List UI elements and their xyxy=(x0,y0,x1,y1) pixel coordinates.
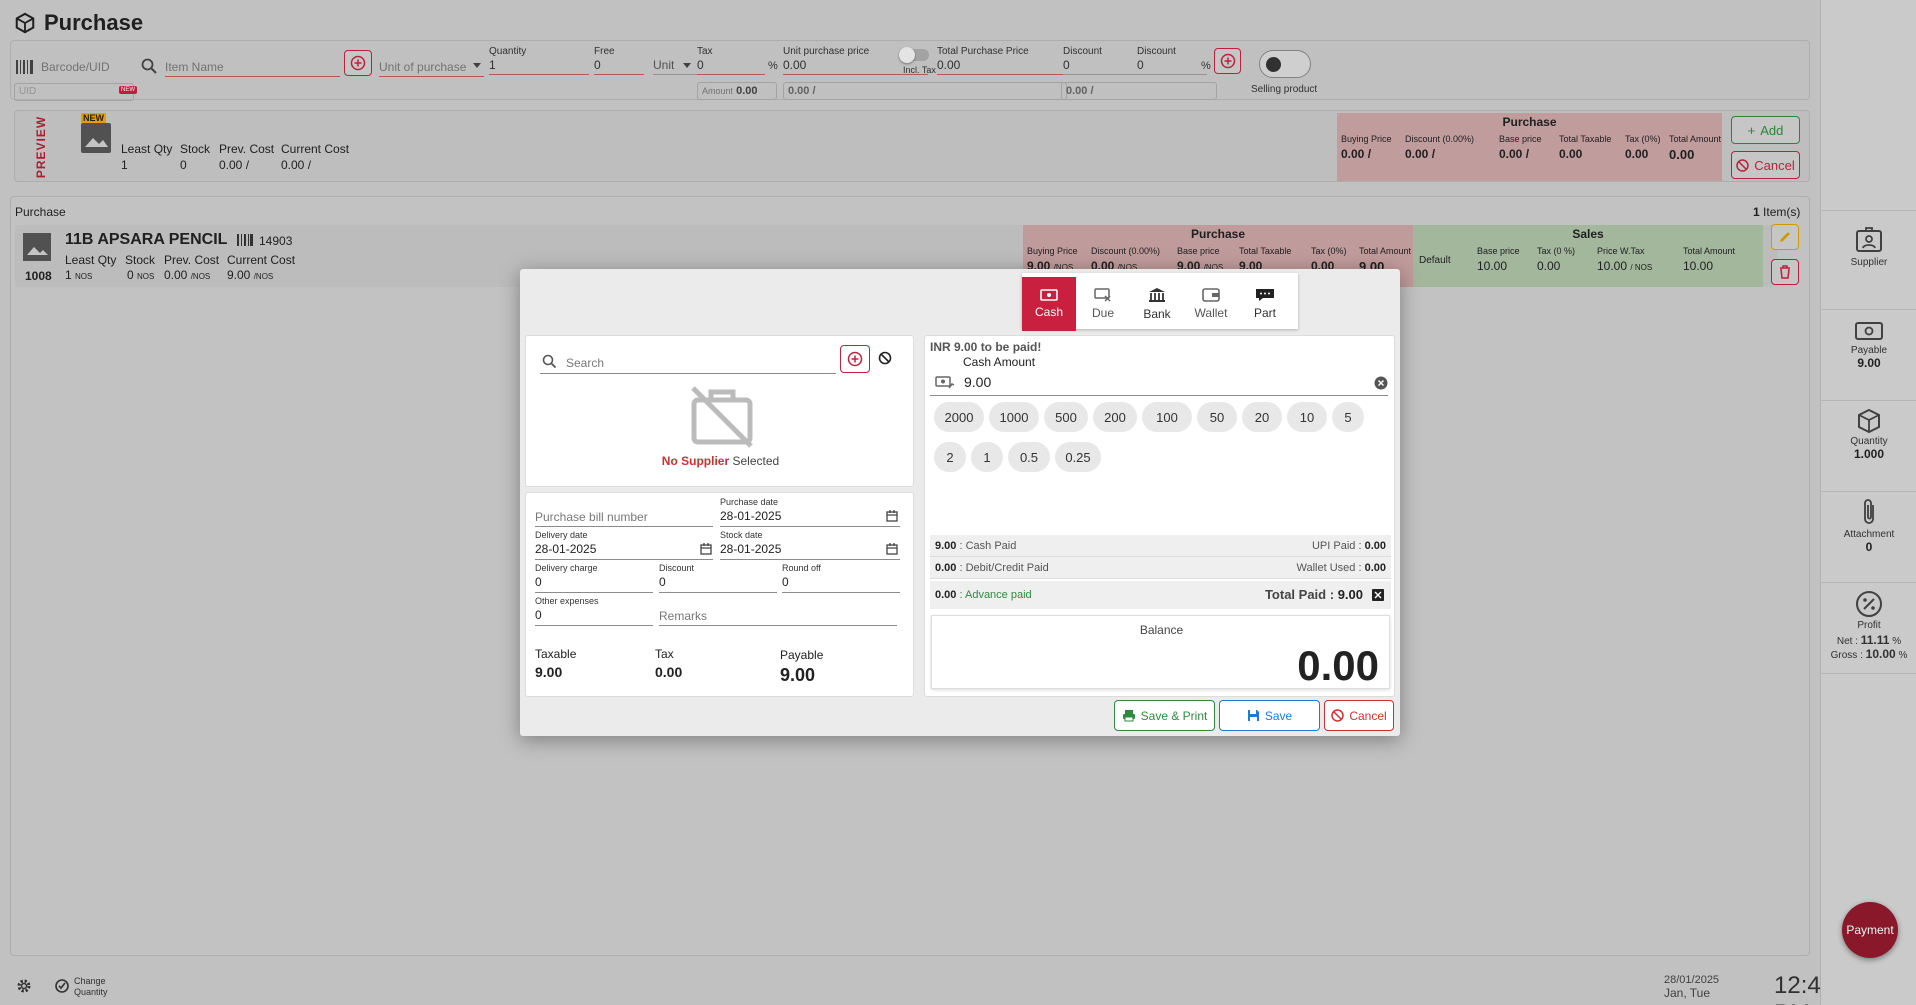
upi-paid: UPI Paid : 0.00 xyxy=(1311,540,1386,552)
paid-summary-row: 9.00 : Cash Paid UPI Paid : 0.00 xyxy=(930,535,1391,557)
save-button[interactable]: Save xyxy=(1219,700,1320,731)
supplier-search-input[interactable]: Search xyxy=(540,354,836,374)
payment-dialog: Cash Due Bank Wallet Part Search No Supp… xyxy=(520,269,1400,736)
save-print-button[interactable]: Save & Print xyxy=(1114,700,1215,731)
denomination-button[interactable]: 10 xyxy=(1287,402,1327,432)
denomination-button[interactable]: 200 xyxy=(1093,402,1137,432)
advance-paid: 0.00 : Advance paid xyxy=(935,589,1032,601)
denomination-button[interactable]: 0.25 xyxy=(1055,442,1101,472)
discount-input[interactable]: Discount 0 xyxy=(659,563,777,593)
balance-label: Balance xyxy=(1139,623,1184,637)
denomination-button[interactable]: 0.5 xyxy=(1008,442,1050,472)
purchase-date-input[interactable]: Purchase date 28-01-2025 xyxy=(720,497,900,527)
tab-due[interactable]: Due xyxy=(1076,277,1130,331)
bill-number-input[interactable]: Purchase bill number xyxy=(535,509,713,527)
balance-value: 0.00 xyxy=(1297,642,1379,689)
stock-date-input[interactable]: Stock date 28-01-2025 xyxy=(720,530,900,560)
denomination-button[interactable]: 500 xyxy=(1044,402,1088,432)
bill-details-panel: Purchase bill number Purchase date 28-01-… xyxy=(525,492,914,697)
payable-summary: Payable 9.00 xyxy=(780,648,824,685)
supplier-panel: Search No Supplier Selected xyxy=(525,335,914,487)
denomination-button[interactable]: 1000 xyxy=(989,402,1039,432)
taxable-summary: Taxable 9.00 xyxy=(535,647,577,680)
add-supplier-button[interactable] xyxy=(840,345,870,373)
clear-input-icon[interactable] xyxy=(1374,376,1388,390)
payment-method-tabs: Cash Due Bank Wallet Part xyxy=(1022,273,1298,331)
to-be-paid-text: INR 9.00 to be paid! xyxy=(930,340,1042,354)
tab-wallet[interactable]: Wallet xyxy=(1184,277,1238,331)
denomination-button[interactable]: 100 xyxy=(1142,402,1192,432)
plus-circle-icon xyxy=(847,351,863,367)
ban-icon xyxy=(1331,709,1345,722)
calendar-icon[interactable] xyxy=(886,543,898,555)
calendar-icon[interactable] xyxy=(700,543,712,555)
denomination-button[interactable]: 5 xyxy=(1332,402,1364,432)
other-expenses-input[interactable]: Other expenses 0 xyxy=(535,596,653,626)
remarks-input[interactable]: Remarks xyxy=(659,608,897,626)
paid-summary-row: 0.00 : Advance paid Total Paid : 9.00 xyxy=(930,581,1391,609)
balance-box: Balance 0.00 xyxy=(931,615,1390,689)
tax-summary: Tax 0.00 xyxy=(655,647,683,680)
no-supplier-text: No Supplier Selected xyxy=(661,454,780,468)
wallet-icon xyxy=(1202,288,1220,302)
bank-icon xyxy=(1149,288,1165,302)
wallet-used: Wallet Used : 0.00 xyxy=(1296,562,1387,574)
paid-summary-row: 0.00 : Debit/Credit Paid Wallet Used : 0… xyxy=(930,557,1391,579)
clear-supplier-icon[interactable] xyxy=(878,351,892,365)
total-paid: Total Paid : 9.00 xyxy=(1264,587,1363,602)
no-supplier-icon xyxy=(689,384,755,448)
delivery-charge-input[interactable]: Delivery charge 0 xyxy=(535,563,653,593)
printer-icon xyxy=(1122,710,1135,722)
cash-paid: 9.00 : Cash Paid xyxy=(935,540,1017,552)
split-payment-icon xyxy=(1256,289,1274,301)
cash-amount-label: Cash Amount xyxy=(963,355,1036,369)
card-paid: 0.00 : Debit/Credit Paid xyxy=(935,562,1049,574)
tab-cash[interactable]: Cash xyxy=(1022,277,1076,331)
cancel-button[interactable]: Cancel xyxy=(1324,700,1394,731)
denomination-button[interactable]: 2 xyxy=(934,442,966,472)
denomination-button[interactable]: 20 xyxy=(1242,402,1282,432)
denomination-button[interactable]: 1 xyxy=(971,442,1003,472)
cash-cross-icon xyxy=(1094,288,1111,302)
calendar-icon[interactable] xyxy=(886,510,898,522)
round-off-input[interactable]: Round off 0 xyxy=(782,563,900,593)
cash-icon xyxy=(1040,289,1058,301)
denomination-button[interactable]: 50 xyxy=(1197,402,1237,432)
floppy-disk-icon xyxy=(1247,710,1259,721)
cash-amount-input[interactable]: 9.00 xyxy=(930,372,1388,396)
delivery-date-input[interactable]: Delivery date 28-01-2025 xyxy=(535,530,713,560)
cash-payment-panel: INR 9.00 to be paid! Cash Amount 9.00 20… xyxy=(924,335,1395,697)
tab-bank[interactable]: Bank xyxy=(1130,277,1184,331)
tab-part[interactable]: Part xyxy=(1238,277,1292,331)
denomination-button[interactable]: 2000 xyxy=(934,402,984,432)
close-box-icon[interactable] xyxy=(1372,589,1384,601)
